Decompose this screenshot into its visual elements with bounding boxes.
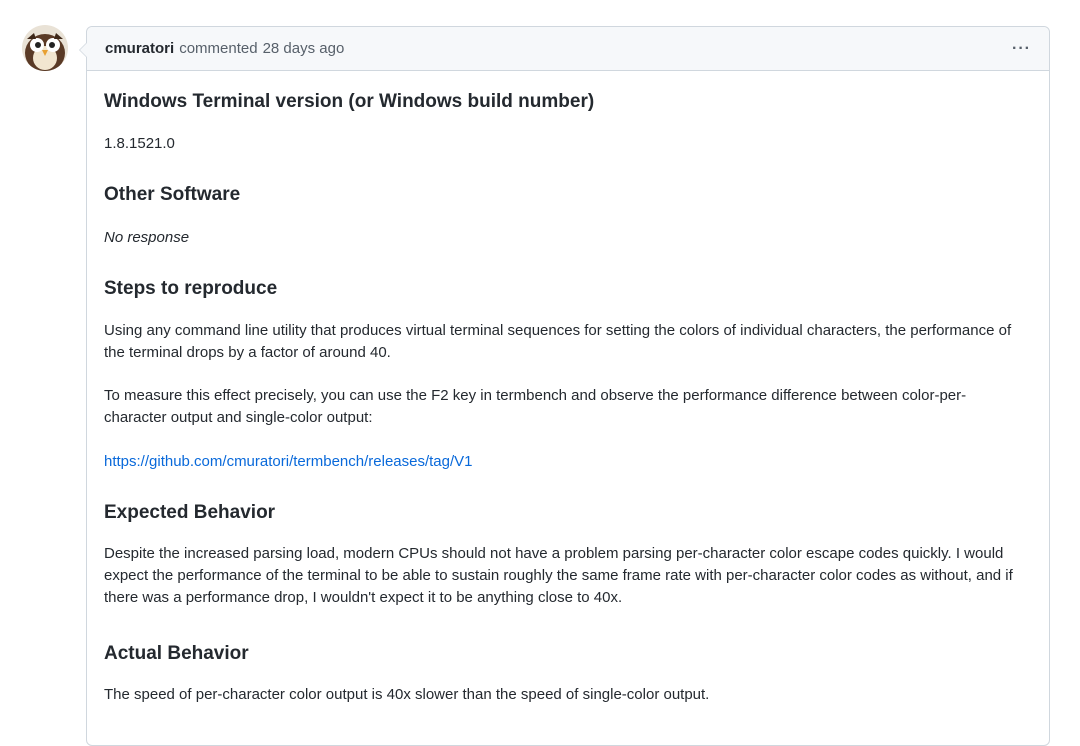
- comment-header: cmuratori commented 28 days ago ···: [87, 27, 1049, 71]
- other-software-value: No response: [104, 229, 190, 246]
- author-link[interactable]: cmuratori: [105, 40, 174, 57]
- section-heading: Steps to reproduce: [104, 278, 278, 299]
- steps-link-paragraph: https://github.com/cmuratori/termbench/r…: [104, 451, 1028, 473]
- issue-comment: cmuratori commented 28 days ago ··· Wind…: [79, 26, 1050, 746]
- section-heading: Windows Terminal version (or Windows bui…: [104, 91, 595, 112]
- version-value: 1.8.1521.0: [104, 135, 175, 152]
- comment-timestamp[interactable]: 28 days ago: [263, 40, 345, 57]
- section-heading: Other Software: [104, 184, 241, 205]
- owl-avatar-icon: [22, 25, 68, 71]
- avatar[interactable]: [22, 25, 68, 71]
- section-heading: Expected Behavior: [104, 502, 276, 523]
- section-heading: Actual Behavior: [104, 643, 249, 664]
- termbench-release-link[interactable]: https://github.com/cmuratori/termbench/r…: [104, 453, 473, 470]
- kebab-horizontal-icon[interactable]: ···: [1012, 40, 1031, 57]
- expected-paragraph: Despite the increased parsing load, mode…: [104, 545, 1013, 606]
- comment-action: commented: [179, 40, 258, 57]
- steps-paragraph: Using any command line utility that prod…: [104, 322, 1012, 361]
- actual-paragraph: The speed of per-character color output …: [104, 686, 710, 703]
- steps-paragraph: To measure this effect precisely, you ca…: [104, 387, 967, 426]
